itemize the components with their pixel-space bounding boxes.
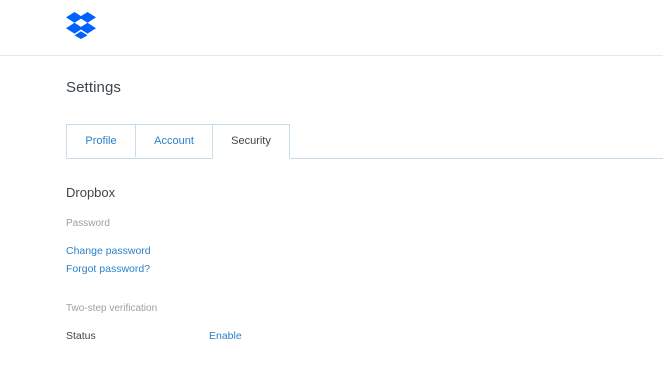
settings-page: Settings Profile Account Security Dropbo…: [0, 0, 663, 375]
dropbox-logo-icon[interactable]: [66, 12, 96, 39]
two-step-verification-label: Two-step verification: [66, 303, 158, 314]
tab-security[interactable]: Security: [212, 124, 290, 159]
status-label: Status: [66, 330, 96, 342]
section-title-dropbox: Dropbox: [66, 185, 116, 200]
tab-profile[interactable]: Profile: [66, 124, 136, 157]
forgot-password-link[interactable]: Forgot password?: [66, 263, 150, 275]
change-password-link[interactable]: Change password: [66, 245, 151, 257]
page-title: Settings: [66, 79, 121, 96]
password-label: Password: [66, 218, 110, 229]
settings-tabs: Profile Account Security: [66, 124, 663, 159]
top-header: [0, 0, 663, 56]
tab-account[interactable]: Account: [135, 124, 213, 157]
enable-two-step-link[interactable]: Enable: [209, 330, 242, 342]
